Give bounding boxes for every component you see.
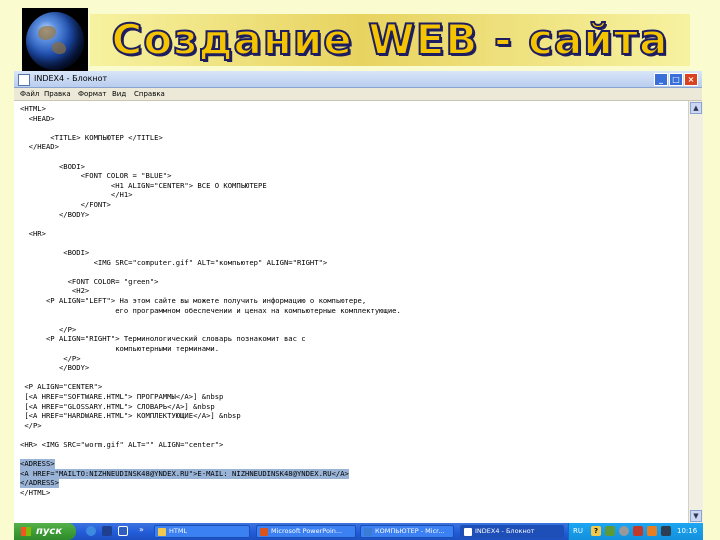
taskbar: пуск » HTML Microsoft PowerPoin... КОМПЬ… <box>14 523 703 540</box>
outlook-icon[interactable] <box>102 526 112 536</box>
maximize-button[interactable]: □ <box>669 73 683 86</box>
code-line: <HR> <IMG SRC="worm.gif" ALT="" ALIGN="c… <box>20 440 224 449</box>
code-line: <P ALIGN="LEFT"> На этом сайте вы можете… <box>20 296 367 305</box>
task-browser[interactable]: КОМПЬЮТЕР - Micr... <box>360 525 454 538</box>
clock: 10:16 <box>677 527 698 535</box>
code-line: <A HREF="MAILTO:NIZHNEUDINSK48@YNDEX.RU"… <box>20 468 349 479</box>
menu-help[interactable]: Справка <box>134 88 165 100</box>
code-line: <H1 ALIGN="CENTER"> ВСЕ О КОМПЬЮТЕРЕ <box>20 180 267 190</box>
code-line: <HEAD> <box>20 113 55 123</box>
windows-logo-icon <box>21 527 31 536</box>
start-label: пуск <box>36 526 63 537</box>
code-line: <HR> <box>20 228 46 238</box>
code-line: <BODI> <box>20 248 90 257</box>
code-line: <P ALIGN="RIGHT"> Терминологический слов… <box>20 334 306 344</box>
code-line: </HEAD> <box>20 142 59 152</box>
scroll-down-icon[interactable]: ▼ <box>690 510 702 522</box>
messenger-icon[interactable] <box>647 526 657 536</box>
title-band: Создание WEB - сайта <box>90 14 690 66</box>
tray-app-icon[interactable] <box>661 526 671 536</box>
menu-file[interactable]: Файл <box>20 88 39 100</box>
code-line: [<A HREF="SOFTWARE.HTML"> ПРОГРАММЫ</A>]… <box>20 392 224 401</box>
menu-bar: Файл Правка Формат Вид Справка <box>14 88 702 101</box>
notepad-window: INDEX4 - Блокнот _ □ × Файл Правка Форма… <box>14 71 703 523</box>
slide-title: Создание WEB - сайта <box>111 14 669 65</box>
task-label: INDEX4 - Блокнот <box>475 527 535 535</box>
network-icon[interactable] <box>605 526 615 536</box>
desktop-icon[interactable] <box>118 526 128 536</box>
window-title: INDEX4 - Блокнот <box>34 74 108 83</box>
text-editor[interactable]: <HTML> <HEAD> <TITLE> КОМПЬЮТЕР </TITLE>… <box>14 101 688 523</box>
code-line: <FONT COLOR = "BLUE"> <box>20 171 172 181</box>
browser-icon <box>364 528 372 536</box>
code-line: </P> <box>20 324 77 334</box>
code-line: его программном обеспечении и ценах на к… <box>20 305 401 315</box>
code-line: <TITLE> КОМПЬЮТЕР </TITLE> <box>20 132 163 142</box>
language-indicator[interactable]: RU <box>573 523 583 540</box>
globe-sphere <box>26 12 84 70</box>
notepad-icon <box>18 74 30 86</box>
code-line: </FONT> <box>20 200 111 209</box>
start-button[interactable]: пуск <box>14 523 76 540</box>
code-line: </P> <box>20 353 81 363</box>
scroll-up-icon[interactable]: ▲ <box>690 102 702 114</box>
close-button[interactable]: × <box>684 73 698 86</box>
menu-view[interactable]: Вид <box>112 88 126 100</box>
quick-launch-more[interactable]: » <box>139 523 144 537</box>
globe-image <box>22 8 88 74</box>
task-label: Microsoft PowerPoin... <box>271 527 343 535</box>
code-line: <P ALIGN="CENTER"> <box>20 382 103 392</box>
task-notepad[interactable]: INDEX4 - Блокнот <box>460 525 564 538</box>
task-label: КОМПЬЮТЕР - Micr... <box>375 527 445 535</box>
volume-icon[interactable] <box>619 526 629 536</box>
code-line: </BODY> <box>20 363 90 373</box>
code-line: <BODI> <box>20 161 85 171</box>
task-html[interactable]: HTML <box>154 525 250 538</box>
code-line: </ADRESS> <box>20 478 59 489</box>
code-line: [<A HREF="GLOSSARY.HTML"> СЛОВАРЬ</A>] &… <box>20 401 215 411</box>
code-line: </BODY> <box>20 209 90 219</box>
task-powerpoint[interactable]: Microsoft PowerPoin... <box>256 525 356 538</box>
powerpoint-icon <box>260 528 268 536</box>
help-icon[interactable]: ? <box>591 526 601 536</box>
minimize-button[interactable]: _ <box>654 73 668 86</box>
code-line: <ADRESS> <box>20 459 55 470</box>
globe-land <box>52 42 66 54</box>
code-line: [<A HREF="HARDWARE.HTML"> КОМПЛЕКТУЮЩИЕ<… <box>20 411 241 421</box>
folder-icon <box>158 528 166 536</box>
code-line: <H2> <box>20 286 90 296</box>
window-titlebar[interactable]: INDEX4 - Блокнот _ □ × <box>14 71 702 88</box>
code-line: <HTML> <box>20 104 46 113</box>
code-line: </P> <box>20 420 42 430</box>
code-line: </H1> <box>20 190 133 200</box>
code-line: <FONT COLOR= "green"> <box>20 276 159 286</box>
code-line: компьютерными терминами. <box>20 344 220 353</box>
menu-format[interactable]: Формат <box>78 88 106 100</box>
menu-edit[interactable]: Правка <box>44 88 71 100</box>
antivirus-icon[interactable] <box>633 526 643 536</box>
vertical-scrollbar[interactable]: ▲ ▼ <box>688 101 703 523</box>
code-line: <IMG SRC="computer.gif" ALT="компьютер" … <box>20 257 328 267</box>
code-line: </HTML> <box>20 488 51 497</box>
task-label: HTML <box>169 527 188 535</box>
notepad-icon <box>464 528 472 536</box>
browser-icon[interactable] <box>86 526 96 536</box>
system-tray: RU ? 10:16 <box>568 523 703 540</box>
